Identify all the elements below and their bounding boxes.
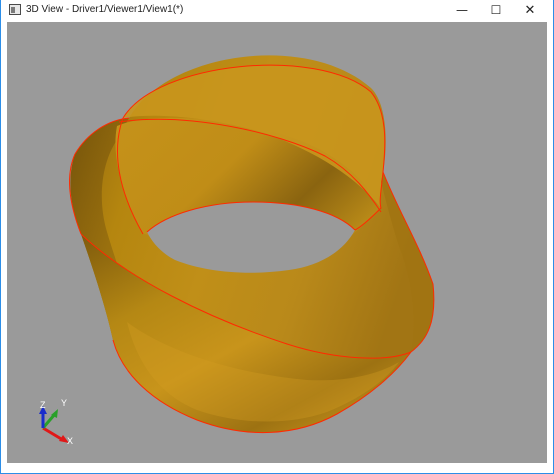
y-axis-label: Y — [61, 398, 67, 408]
minimize-button[interactable]: — — [445, 0, 479, 22]
3d-scene: X Y Z — [39, 55, 435, 446]
x-axis-label: X — [67, 436, 73, 446]
window-icon — [9, 4, 21, 15]
3d-viewport[interactable]: X Y Z — [7, 22, 547, 463]
app-window: 3D View - Driver1/Viewer1/View1(*) — ☐ ✕ — [0, 0, 554, 474]
close-button[interactable]: ✕ — [513, 0, 547, 22]
x-axis-arrow — [42, 426, 64, 442]
maximize-button[interactable]: ☐ — [479, 0, 513, 22]
axis-triad: X Y Z — [39, 398, 73, 446]
title-bar[interactable]: 3D View - Driver1/Viewer1/View1(*) — ☐ ✕ — [1, 0, 553, 22]
z-axis-label: Z — [40, 400, 46, 410]
window-title: 3D View - Driver1/Viewer1/View1(*) — [26, 4, 184, 15]
y-axis-arrow — [41, 413, 57, 429]
